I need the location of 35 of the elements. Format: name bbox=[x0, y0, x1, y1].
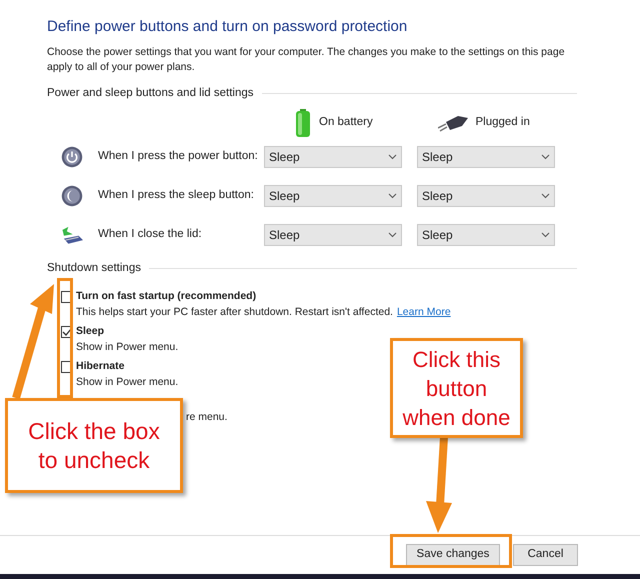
page-title: Define power buttons and turn on password protection bbox=[47, 17, 408, 37]
dropdown[interactable]: Sleep bbox=[264, 146, 402, 168]
dialog-button[interactable]: Cancel bbox=[513, 544, 578, 566]
learn-more-link[interactable]: Learn More bbox=[396, 305, 451, 321]
option-description: Show in Power menu. bbox=[76, 375, 178, 390]
chevron-down-icon bbox=[388, 232, 397, 238]
chevron-down-icon bbox=[388, 192, 397, 199]
column-header: On battery bbox=[319, 115, 373, 130]
callout-box: Click the box to uncheck bbox=[5, 398, 183, 493]
option-label: Turn on fast startup (recommended) bbox=[76, 289, 256, 304]
option-description: re menu. bbox=[186, 410, 228, 425]
chevron-down-icon bbox=[541, 192, 550, 199]
chevron-down-icon bbox=[388, 154, 397, 160]
section-heading: Shutdown settings bbox=[47, 260, 141, 276]
dropdown[interactable]: Sleep bbox=[417, 184, 555, 207]
dropdown[interactable]: Sleep bbox=[264, 184, 402, 207]
chevron-down-icon bbox=[541, 232, 550, 238]
setting-label: When I press the sleep button: bbox=[97, 188, 255, 204]
section-heading: Power and sleep buttons and lid settings bbox=[47, 86, 254, 100]
dropdown[interactable]: Sleep bbox=[417, 224, 555, 246]
option-description: Show in Power menu. bbox=[76, 340, 178, 356]
setting-label: When I press the power button: bbox=[97, 149, 259, 164]
page-description: Choose the power settings that you want for your computer. The changes you make to the settings on this page apply to all of your power plans. bbox=[47, 44, 566, 74]
option-label: Sleep bbox=[76, 324, 104, 340]
chevron-down-icon bbox=[541, 154, 550, 160]
column-header: Plugged in bbox=[476, 115, 530, 130]
dialog-button[interactable]: Save changes bbox=[406, 544, 500, 566]
dropdown[interactable]: Sleep bbox=[264, 224, 402, 246]
dropdown[interactable]: Sleep bbox=[417, 146, 555, 168]
callout-box: Click this button when done bbox=[390, 338, 523, 438]
setting-label: When I close the lid: bbox=[97, 227, 203, 242]
battery-icon bbox=[295, 108, 311, 137]
option-description: This helps start your PC faster after shutdown. Restart isn't affected. bbox=[76, 305, 393, 320]
option-label: Hibernate bbox=[76, 359, 124, 374]
plug-icon bbox=[438, 114, 468, 132]
